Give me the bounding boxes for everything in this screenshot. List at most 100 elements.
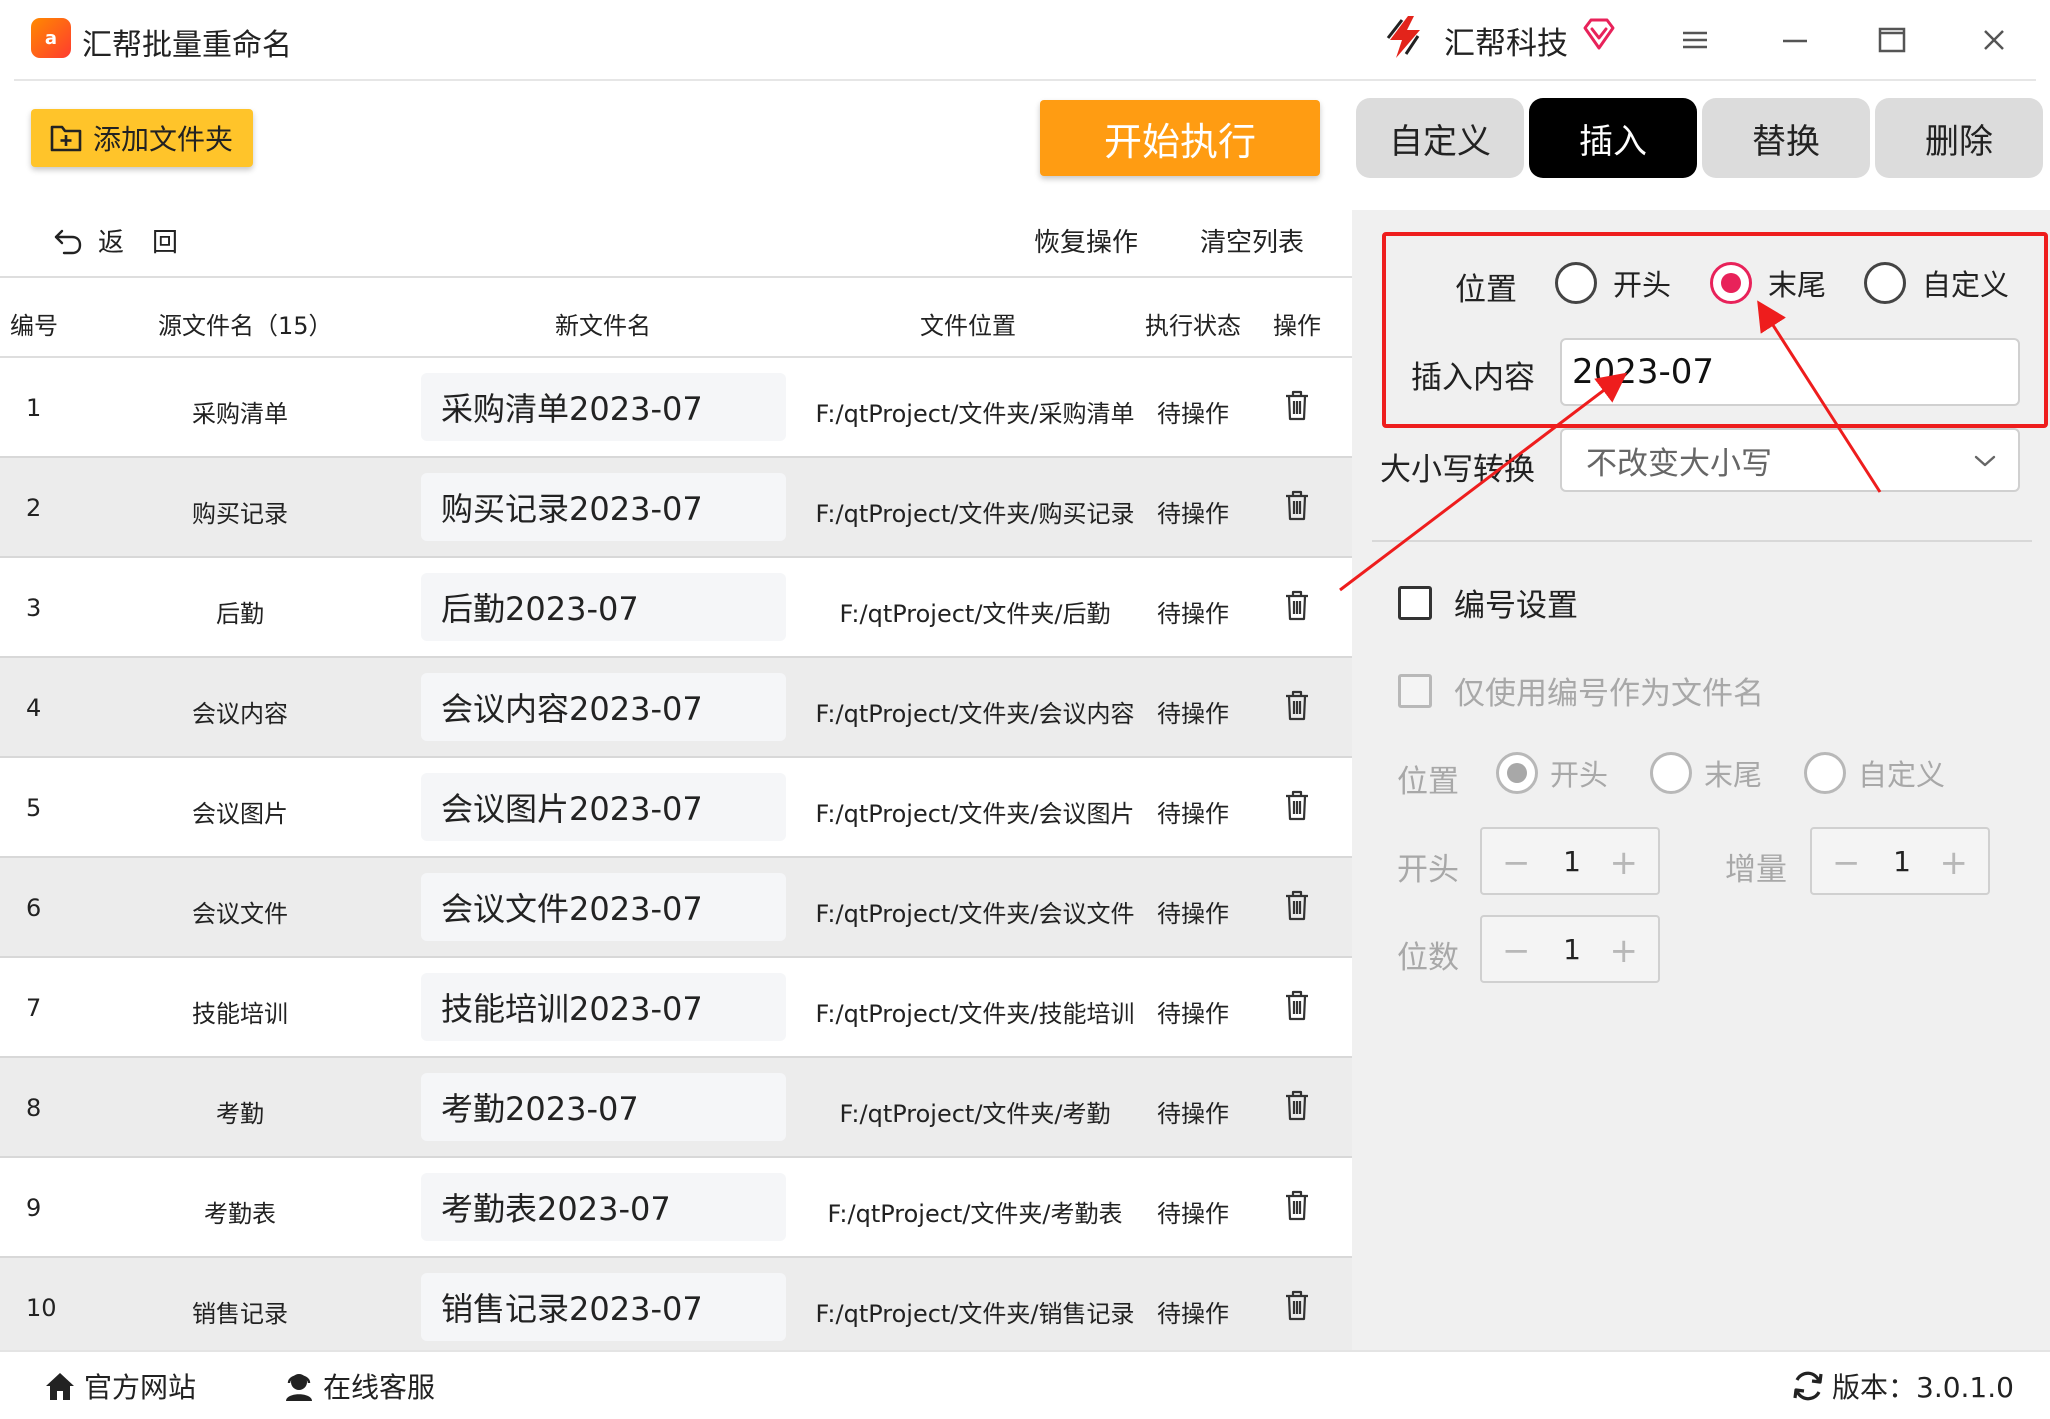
cell-new-name: 会议文件2023-07	[421, 873, 786, 941]
location-text: F:/qtProject/文件夹/购买记录	[815, 500, 1135, 528]
tab-delete[interactable]: 删除	[1875, 98, 2043, 178]
cell-new-name: 考勤表2023-07	[421, 1173, 786, 1241]
radio-circle	[1650, 752, 1692, 794]
app-title: 汇帮批量重命名	[82, 28, 292, 63]
refresh-icon	[1793, 1371, 1823, 1401]
table-header: 编号 源文件名（15） 新文件名 文件位置 执行状态 操作	[0, 276, 1352, 358]
vip-diamond-icon[interactable]	[1581, 16, 1617, 52]
table-row[interactable]: 7 技能培训 技能培训2023-07 F:/qtProject/文件夹/技能培训…	[0, 958, 1352, 1058]
table-row[interactable]: 5 会议图片 会议图片2023-07 F:/qtProject/文件夹/会议图片…	[0, 758, 1352, 858]
number-increment-stepper[interactable]: − 1 +	[1810, 827, 1990, 895]
cell-new-name: 销售记录2023-07	[421, 1273, 786, 1341]
bottom-bar: 官方网站 在线客服 版本：3.0.1.0	[0, 1350, 2050, 1419]
table-row[interactable]: 4 会议内容 会议内容2023-07 F:/qtProject/文件夹/会议内容…	[0, 658, 1352, 758]
trash-icon[interactable]	[1282, 688, 1312, 722]
number-position-end-radio[interactable]: 末尾	[1650, 752, 1762, 794]
radio-label: 末尾	[1704, 758, 1763, 792]
home-icon	[46, 1373, 74, 1400]
insert-content-input[interactable]	[1560, 338, 2020, 406]
number-start-label: 开头	[1397, 852, 1459, 888]
title-bar: a 汇帮批量重命名 汇帮科技	[0, 0, 2050, 80]
checkbox-box	[1398, 585, 1432, 620]
cell-source: 会议图片	[192, 800, 288, 828]
cell-source: 考勤	[216, 1100, 264, 1128]
table-row[interactable]: 2 购买记录 购买记录2023-07 F:/qtProject/文件夹/购买记录…	[0, 458, 1352, 558]
online-support-link[interactable]: 在线客服	[281, 1366, 435, 1406]
increment-button[interactable]: +	[1940, 843, 1969, 883]
header-source: 源文件名（15）	[158, 312, 333, 340]
menu-button[interactable]	[1673, 18, 1717, 62]
trash-icon[interactable]	[1282, 1288, 1312, 1322]
maximize-icon	[1878, 27, 1906, 53]
back-button[interactable]: 返回	[52, 222, 206, 259]
trash-icon[interactable]	[1282, 888, 1312, 922]
number-position-start-radio[interactable]: 开头	[1496, 752, 1608, 794]
online-support-label: 在线客服	[323, 1371, 436, 1404]
tab-insert[interactable]: 插入	[1529, 98, 1697, 178]
cell-new-name: 会议内容2023-07	[421, 673, 786, 741]
insert-position-custom-radio[interactable]: 自定义	[1864, 262, 2009, 304]
only-number-checkbox[interactable]: 仅使用编号作为文件名	[1398, 668, 1764, 713]
app-logo-icon: a	[31, 18, 71, 58]
location-text: F:/qtProject/文件夹/考勤	[839, 1100, 1111, 1128]
number-start-stepper[interactable]: − 1 +	[1480, 827, 1660, 895]
number-digits-stepper[interactable]: − 1 +	[1480, 915, 1660, 983]
minimize-button[interactable]	[1773, 18, 1817, 62]
increment-button[interactable]: +	[1610, 843, 1639, 883]
case-convert-select[interactable]: 不改变大小写	[1560, 428, 2020, 492]
table-row[interactable]: 9 考勤表 考勤表2023-07 F:/qtProject/文件夹/考勤表 待操…	[0, 1158, 1352, 1258]
numbering-settings-checkbox[interactable]: 编号设置	[1398, 580, 1578, 625]
tab-replace[interactable]: 替换	[1702, 98, 1870, 178]
cell-new-name: 采购清单2023-07	[421, 373, 786, 441]
radio-label: 开头	[1550, 758, 1609, 792]
cell-source: 技能培训	[192, 1000, 288, 1028]
clear-list-button[interactable]: 清空列表	[1200, 222, 1304, 259]
restore-button[interactable]: 恢复操作	[1034, 222, 1138, 259]
table-row[interactable]: 1 采购清单 采购清单2023-07 F:/qtProject/文件夹/采购清单…	[0, 358, 1352, 458]
radio-label: 自定义	[1922, 268, 2010, 302]
table-row[interactable]: 8 考勤 考勤2023-07 F:/qtProject/文件夹/考勤 待操作	[0, 1058, 1352, 1158]
official-site-link[interactable]: 官方网站	[42, 1366, 196, 1406]
trash-icon[interactable]	[1282, 1188, 1312, 1222]
trash-icon[interactable]	[1282, 1088, 1312, 1122]
cell-source: 销售记录	[192, 1300, 288, 1328]
number-position-custom-radio[interactable]: 自定义	[1804, 752, 1945, 794]
close-button[interactable]	[1972, 18, 2016, 62]
brand-name: 汇帮科技	[1444, 26, 1568, 62]
insert-position-label: 位置	[1455, 272, 1517, 308]
insert-position-start-radio[interactable]: 开头	[1555, 262, 1671, 304]
version-label: 版本：3.0.1.0	[1832, 1371, 2014, 1404]
cell-status: 待操作	[1157, 700, 1229, 728]
maximize-button[interactable]	[1870, 18, 1914, 62]
location-text: F:/qtProject/文件夹/采购清单	[815, 400, 1135, 428]
cell-status: 待操作	[1157, 400, 1229, 428]
cell-num: 2	[26, 494, 42, 522]
cell-source: 考勤表	[204, 1200, 276, 1228]
insert-content-label: 插入内容	[1411, 360, 1535, 396]
cell-source: 后勤	[216, 600, 264, 628]
cell-num: 8	[26, 1094, 42, 1122]
checkbox-label: 仅使用编号作为文件名	[1454, 676, 1764, 712]
add-folder-button[interactable]: 添加文件夹	[31, 109, 253, 167]
table-row[interactable]: 6 会议文件 会议文件2023-07 F:/qtProject/文件夹/会议文件…	[0, 858, 1352, 958]
trash-icon[interactable]	[1282, 488, 1312, 522]
increment-button[interactable]: +	[1610, 931, 1639, 971]
cell-new-name: 后勤2023-07	[421, 573, 786, 641]
cell-num: 3	[26, 594, 42, 622]
radio-circle	[1864, 262, 1906, 304]
cell-source: 购买记录	[192, 500, 288, 528]
insert-position-end-radio[interactable]: 末尾	[1710, 262, 1826, 304]
trash-icon[interactable]	[1282, 588, 1312, 622]
header-num: 编号	[10, 312, 58, 340]
trash-icon[interactable]	[1282, 388, 1312, 422]
number-digits-label: 位数	[1397, 940, 1459, 976]
table-row[interactable]: 10 销售记录 销售记录2023-07 F:/qtProject/文件夹/销售记…	[0, 1258, 1352, 1358]
start-execute-button[interactable]: 开始执行	[1040, 100, 1320, 176]
official-site-label: 官方网站	[84, 1371, 197, 1404]
tab-custom[interactable]: 自定义	[1356, 98, 1524, 178]
cell-num: 1	[26, 394, 42, 422]
table-row[interactable]: 3 后勤 后勤2023-07 F:/qtProject/文件夹/后勤 待操作	[0, 558, 1352, 658]
trash-icon[interactable]	[1282, 788, 1312, 822]
trash-icon[interactable]	[1282, 988, 1312, 1022]
radio-circle	[1804, 752, 1846, 794]
